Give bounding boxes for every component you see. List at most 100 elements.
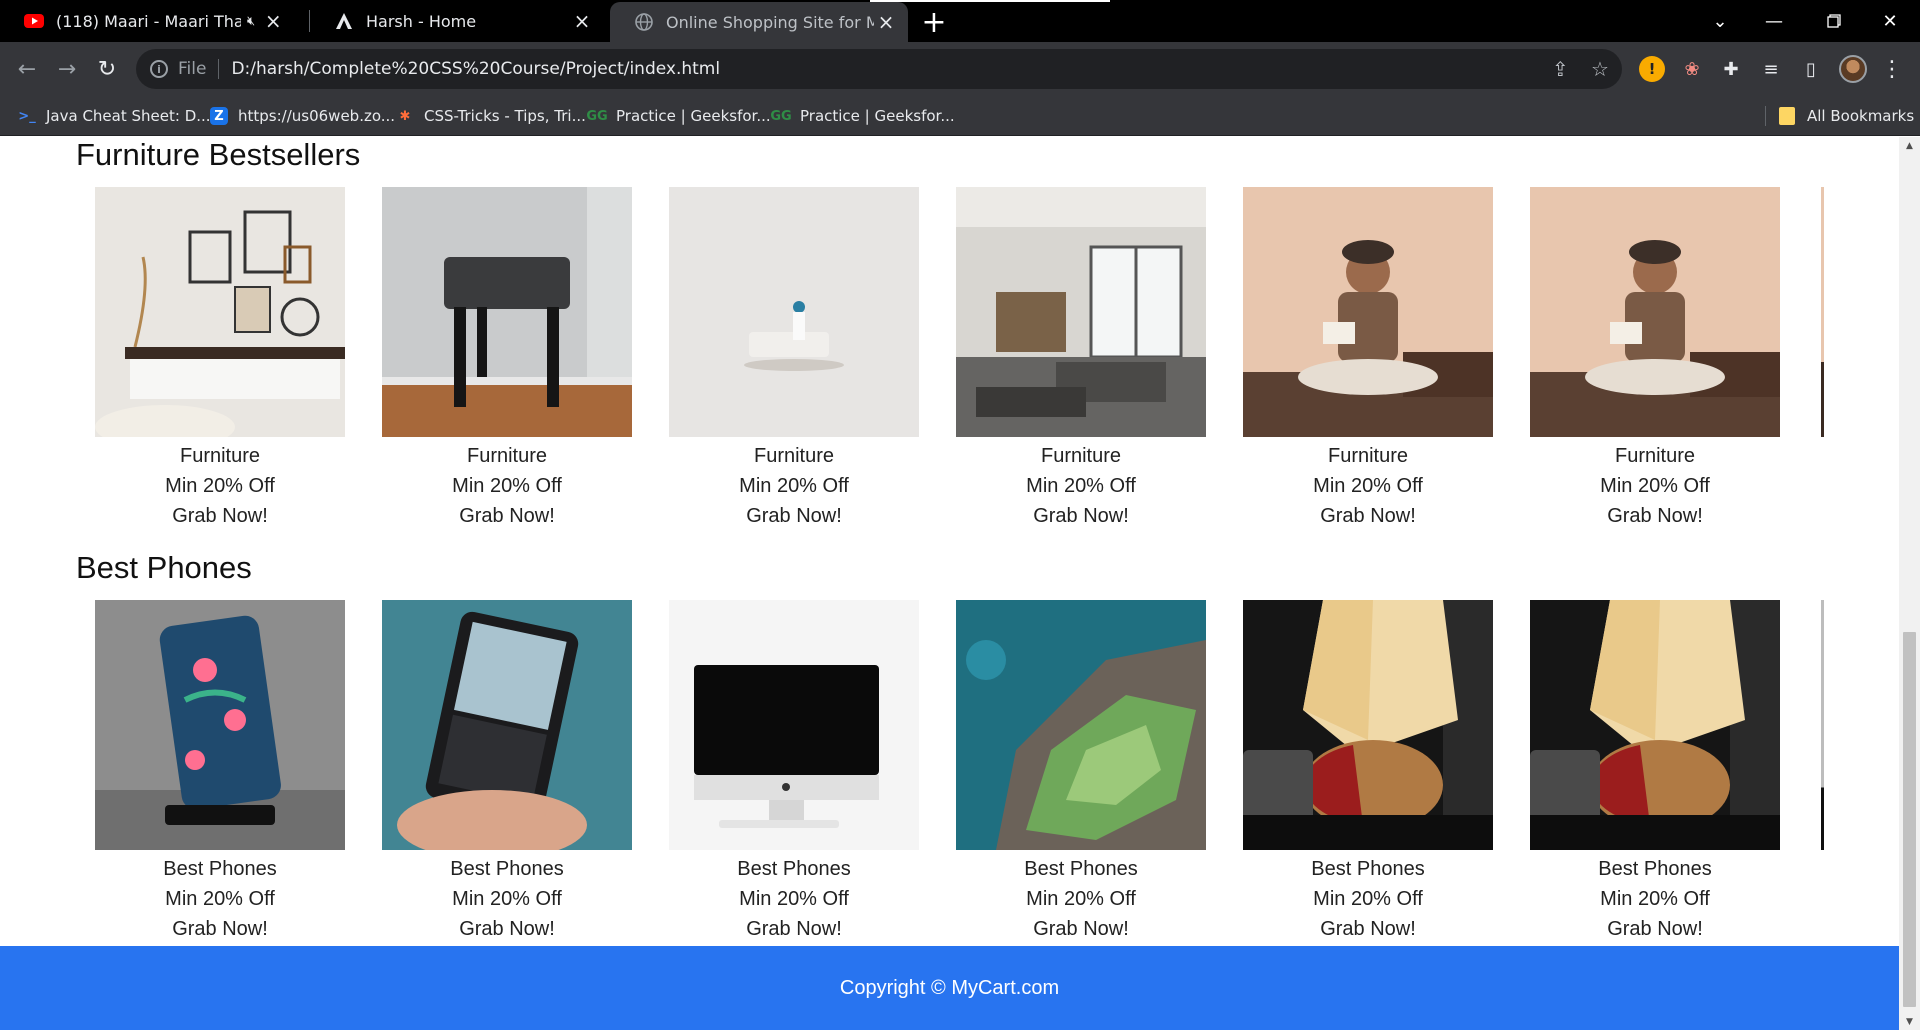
bookmark-label: CSS-Tricks - Tips, Tri... xyxy=(424,107,586,125)
grab-now-link[interactable]: Grab Now! xyxy=(669,501,919,531)
restore-icon[interactable] xyxy=(1804,0,1864,42)
product-offer: Min 20% Off xyxy=(452,475,562,497)
product-offer: Min 20% Off xyxy=(1600,475,1710,497)
scroll-up-arrow-icon[interactable]: ▲ xyxy=(1899,137,1920,154)
all-bookmarks-button[interactable]: All Bookmarks xyxy=(1779,96,1914,136)
menu-kebab-icon[interactable]: ⋮ xyxy=(1880,54,1904,84)
product-card[interactable]: Best Phones Min 20% Off Grab Now! xyxy=(1530,600,1780,944)
close-tab-icon[interactable]: × xyxy=(874,10,898,34)
product-offer: Min 20% Off xyxy=(452,888,562,910)
grab-now-link[interactable]: Grab Now! xyxy=(95,501,345,531)
grab-now-link[interactable]: Grab Now! xyxy=(1530,914,1780,944)
grab-now-link[interactable]: Grab Now! xyxy=(1243,501,1493,531)
product-offer: Min 20% Off xyxy=(1026,475,1136,497)
product-card[interactable]: Furniture Min 20% Off Grab Now! xyxy=(1243,187,1493,531)
side-panel-icon[interactable]: ▯ xyxy=(1798,56,1824,82)
grab-now-link[interactable]: Grab Now! xyxy=(382,914,632,944)
product-offer: Min 20% Off xyxy=(165,475,275,497)
a-logo-icon xyxy=(334,11,354,31)
product-image[interactable] xyxy=(669,600,919,850)
forward-arrow-icon[interactable]: → xyxy=(50,52,84,86)
product-card[interactable]: Furniture Min 20% Off Grab Now! xyxy=(669,187,919,531)
extension-brain-icon[interactable]: ❀ xyxy=(1679,56,1705,82)
page-viewport: Furniture Bestsellers Furniture Min 20% … xyxy=(0,137,1899,1030)
bookmark-star-icon[interactable]: ☆ xyxy=(1591,49,1609,89)
asterisk-icon: ✱ xyxy=(399,108,411,124)
gfg-icon: GG xyxy=(770,108,792,124)
product-image[interactable] xyxy=(1530,187,1780,437)
zoho-icon: Z xyxy=(210,107,228,125)
close-window-icon[interactable]: ✕ xyxy=(1860,0,1920,42)
product-image[interactable] xyxy=(669,187,919,437)
product-card[interactable]: Best Phones Min 20% Off Grab Now! xyxy=(382,600,632,944)
speaker-muted-icon[interactable]: 🔇︎ xyxy=(247,14,255,29)
product-image[interactable] xyxy=(382,187,632,437)
youtube-icon xyxy=(24,11,44,31)
bookmark-geeksforgeeks-2[interactable]: GG Practice | Geeksfor... xyxy=(770,96,954,136)
new-tab-button[interactable]: + xyxy=(918,5,950,40)
close-tab-icon[interactable]: × xyxy=(570,9,594,33)
extension-info-icon[interactable]: ! xyxy=(1639,56,1665,82)
page-footer: Copyright © MyCart.com xyxy=(0,946,1899,1030)
minimize-icon[interactable]: — xyxy=(1744,0,1804,42)
product-offer: Min 20% Off xyxy=(1313,888,1423,910)
share-icon[interactable]: ⇪ xyxy=(1552,49,1569,89)
product-card[interactable]: Furniture Min 20% Off Grab Now! xyxy=(956,187,1206,531)
product-name: Furniture xyxy=(1327,445,1409,467)
profile-avatar[interactable] xyxy=(1839,55,1867,83)
grab-now-link[interactable]: Grab Now! xyxy=(956,501,1206,531)
bookmark-label: Practice | Geeksfor... xyxy=(616,107,771,125)
section-title-furniture: Furniture Bestsellers xyxy=(76,137,361,172)
product-card[interactable]: Furniture Min 20% Off Grab Now! xyxy=(382,187,632,531)
info-icon[interactable]: i xyxy=(150,60,168,78)
bookmark-geeksforgeeks-1[interactable]: GG Practice | Geeksfor... xyxy=(586,96,771,136)
grab-now-link[interactable]: Grab Now! xyxy=(956,914,1206,944)
product-image[interactable] xyxy=(95,600,345,850)
tab-online-shopping[interactable]: Online Shopping Site for Mobile × xyxy=(610,2,908,42)
product-card[interactable]: Best Phones Min 20% Off Grab Now! xyxy=(669,600,919,944)
bookmarks-bar: >_ Java Cheat Sheet: D... Z https://us06… xyxy=(0,96,1920,136)
bookmark-label: https://us06web.zo... xyxy=(238,107,396,125)
back-arrow-icon[interactable]: ← xyxy=(10,52,44,86)
product-card[interactable]: Furniture Min 20% Off Grab Now! xyxy=(95,187,345,531)
product-image[interactable] xyxy=(1243,600,1493,850)
scroll-down-arrow-icon[interactable]: ▼ xyxy=(1899,1013,1920,1030)
next-card-edge xyxy=(1821,600,1824,850)
grab-now-link[interactable]: Grab Now! xyxy=(1243,914,1493,944)
url-text[interactable]: D:/harsh/Complete%20CSS%20Course/Project… xyxy=(231,59,720,79)
scrollbar-thumb[interactable] xyxy=(1903,632,1916,1007)
address-bar[interactable]: i File D:/harsh/Complete%20CSS%20Course/… xyxy=(136,49,1622,89)
copyright-text: Copyright © MyCart.com xyxy=(839,976,1060,999)
grab-now-link[interactable]: Grab Now! xyxy=(382,501,632,531)
all-bookmarks-label: All Bookmarks xyxy=(1807,107,1915,125)
grab-now-link[interactable]: Grab Now! xyxy=(95,914,345,944)
extensions-puzzle-icon[interactable]: ✚ xyxy=(1718,56,1744,82)
tab-search-chevron-icon[interactable]: ⌄ xyxy=(1690,0,1750,42)
product-card[interactable]: Furniture Min 20% Off Grab Now! xyxy=(1530,187,1780,531)
close-tab-icon[interactable]: × xyxy=(261,9,285,33)
product-image[interactable] xyxy=(956,187,1206,437)
product-card[interactable]: Best Phones Min 20% Off Grab Now! xyxy=(95,600,345,944)
product-image[interactable] xyxy=(956,600,1206,850)
divider xyxy=(218,59,220,79)
product-image[interactable] xyxy=(1530,600,1780,850)
reload-icon[interactable]: ↻ xyxy=(90,52,124,86)
bookmark-java-cheat-sheet[interactable]: >_ Java Cheat Sheet: D... xyxy=(18,96,210,136)
vertical-scrollbar[interactable]: ▲ ▼ xyxy=(1899,137,1920,1030)
bookmark-separator xyxy=(1765,106,1766,126)
reading-list-icon[interactable]: ≡ xyxy=(1758,56,1784,82)
tab-harsh-home[interactable]: Harsh - Home × xyxy=(310,0,604,42)
bookmark-css-tricks[interactable]: ✱ CSS-Tricks - Tips, Tri... xyxy=(396,96,586,136)
tab-youtube[interactable]: (118) Maari - Maari Thara Lo 🔇︎ × xyxy=(0,0,306,42)
grab-now-link[interactable]: Grab Now! xyxy=(1530,501,1780,531)
product-card[interactable]: Best Phones Min 20% Off Grab Now! xyxy=(1243,600,1493,944)
grab-now-link[interactable]: Grab Now! xyxy=(669,914,919,944)
product-image[interactable] xyxy=(382,600,632,850)
bookmark-zoho[interactable]: Z https://us06web.zo... xyxy=(210,96,395,136)
product-name: Best Phones xyxy=(450,858,564,880)
product-card[interactable]: Best Phones Min 20% Off Grab Now! xyxy=(956,600,1206,944)
product-image[interactable] xyxy=(1243,187,1493,437)
product-image[interactable] xyxy=(95,187,345,437)
tab-title: Online Shopping Site for Mobile xyxy=(666,12,874,32)
product-name: Best Phones xyxy=(1311,858,1425,880)
